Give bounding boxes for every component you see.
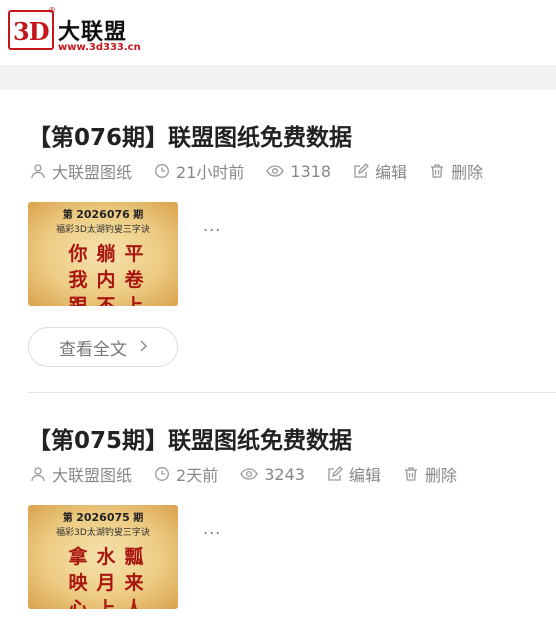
post-time: 21小时前 bbox=[154, 159, 244, 183]
post-title[interactable]: 【第076期】联盟图纸免费数据 bbox=[28, 118, 352, 152]
post-meta: 大联盟图纸 21小时前 1318 编辑 删除 bbox=[30, 160, 505, 182]
thumb-period-prefix: 第 bbox=[62, 513, 73, 524]
thumb-char: 内 bbox=[96, 269, 116, 291]
post-views: 3243 bbox=[240, 465, 305, 484]
post-author-name: 大联盟图纸 bbox=[52, 163, 133, 182]
user-icon bbox=[31, 164, 45, 179]
thumb-char: 躺 bbox=[96, 243, 116, 265]
post-views: 1318 bbox=[266, 162, 331, 181]
user-icon bbox=[31, 467, 45, 482]
thumb-period-prefix: 第 bbox=[62, 210, 73, 221]
post-author[interactable]: 大联盟图纸 bbox=[30, 462, 132, 486]
thumb-subtitle: 福彩3D太湖钓叟三字诀 bbox=[56, 225, 150, 235]
thumb-char: 拿 bbox=[68, 546, 88, 568]
post-thumbnail[interactable]: 第 2026076 期 福彩3D太湖钓叟三字诀 你 躺 平 我 内 卷 跟 不 … bbox=[28, 202, 178, 306]
post-time: 2天前 bbox=[154, 462, 218, 486]
post-delete-link[interactable]: 删除 bbox=[403, 462, 457, 486]
read-more-button[interactable]: 查看全文 bbox=[28, 327, 178, 367]
post-author[interactable]: 大联盟图纸 bbox=[30, 159, 132, 183]
post-edit-label: 编辑 bbox=[375, 163, 408, 182]
post-edit-label: 编辑 bbox=[348, 466, 381, 485]
thumb-char: 心 bbox=[68, 598, 88, 609]
thumb-subtitle: 福彩3D太湖钓叟三字诀 bbox=[56, 528, 150, 538]
thumb-char: 卷 bbox=[124, 269, 144, 291]
thumb-char: 平 bbox=[124, 243, 144, 265]
thumb-verse-grid: 拿 水 瓢 映 月 来 心 上 人 bbox=[64, 545, 154, 609]
post-time-text: 2天前 bbox=[176, 466, 219, 485]
thumb-char: 人 bbox=[124, 598, 144, 609]
thumb-period: 第 2026076 期 bbox=[28, 206, 178, 221]
eye-icon bbox=[266, 165, 285, 177]
site-logo[interactable]: 3D ® 大联盟 www.3d333.cn bbox=[8, 6, 158, 58]
post-edit-link[interactable]: 编辑 bbox=[327, 462, 381, 486]
post-delete-label: 删除 bbox=[424, 466, 457, 485]
thumb-period-number: 2026075 bbox=[76, 511, 130, 524]
post-delete-link[interactable]: 删除 bbox=[429, 159, 483, 183]
logo-registered-mark: ® bbox=[48, 6, 56, 15]
site-header: 3D ® 大联盟 www.3d333.cn bbox=[0, 0, 556, 66]
thumb-char: 不 bbox=[96, 295, 116, 306]
thumb-period-suffix: 期 bbox=[133, 210, 144, 221]
read-more-label: 查看全文 bbox=[59, 339, 127, 360]
thumb-period-number: 2026076 bbox=[76, 208, 130, 221]
post-thumbnail[interactable]: 第 2026075 期 福彩3D太湖钓叟三字诀 拿 水 瓢 映 月 来 心 上 … bbox=[28, 505, 178, 609]
post-author-name: 大联盟图纸 bbox=[52, 466, 133, 485]
clock-icon bbox=[155, 164, 169, 178]
thumb-char: 来 bbox=[124, 572, 144, 594]
thumb-period-suffix: 期 bbox=[133, 513, 144, 524]
thumb-char: 水 bbox=[96, 546, 116, 568]
logo-url: www.3d333.cn bbox=[58, 42, 141, 53]
trash-icon bbox=[404, 467, 417, 481]
thumb-char: 你 bbox=[68, 243, 88, 265]
post-card: 【第075期】联盟图纸免费数据 大联盟图纸 2天前 3243 编辑 删除 第 2… bbox=[0, 393, 556, 622]
post-excerpt: ... bbox=[203, 216, 222, 235]
clock-icon bbox=[155, 467, 169, 481]
post-views-count: 1318 bbox=[290, 161, 332, 181]
post-card: 【第076期】联盟图纸免费数据 大联盟图纸 21小时前 1318 编辑 删除 第… bbox=[0, 90, 556, 393]
thumb-char: 瓢 bbox=[124, 546, 144, 568]
thumb-period: 第 2026075 期 bbox=[28, 509, 178, 524]
post-title[interactable]: 【第075期】联盟图纸免费数据 bbox=[28, 421, 352, 455]
post-meta: 大联盟图纸 2天前 3243 编辑 删除 bbox=[30, 463, 479, 485]
header-separator bbox=[0, 66, 556, 90]
chevron-right-icon bbox=[139, 338, 147, 356]
trash-icon bbox=[431, 164, 444, 178]
logo-mark: 3D bbox=[13, 17, 50, 46]
thumb-char: 我 bbox=[68, 269, 88, 291]
thumb-verse-grid: 你 躺 平 我 内 卷 跟 不 上 bbox=[64, 242, 154, 306]
thumb-char: 上 bbox=[96, 598, 116, 609]
post-delete-label: 删除 bbox=[451, 163, 484, 182]
post-excerpt: ... bbox=[203, 519, 222, 538]
edit-icon bbox=[328, 466, 343, 481]
logo-mark-box: 3D bbox=[8, 10, 54, 50]
thumb-char: 映 bbox=[68, 572, 88, 594]
edit-icon bbox=[354, 163, 370, 178]
post-edit-link[interactable]: 编辑 bbox=[353, 159, 407, 183]
post-views-count: 3243 bbox=[264, 464, 305, 484]
thumb-char: 上 bbox=[124, 295, 144, 306]
thumb-char: 跟 bbox=[68, 295, 88, 306]
thumb-char: 月 bbox=[96, 572, 116, 594]
eye-icon bbox=[240, 468, 258, 480]
post-time-text: 21小时前 bbox=[176, 163, 245, 182]
